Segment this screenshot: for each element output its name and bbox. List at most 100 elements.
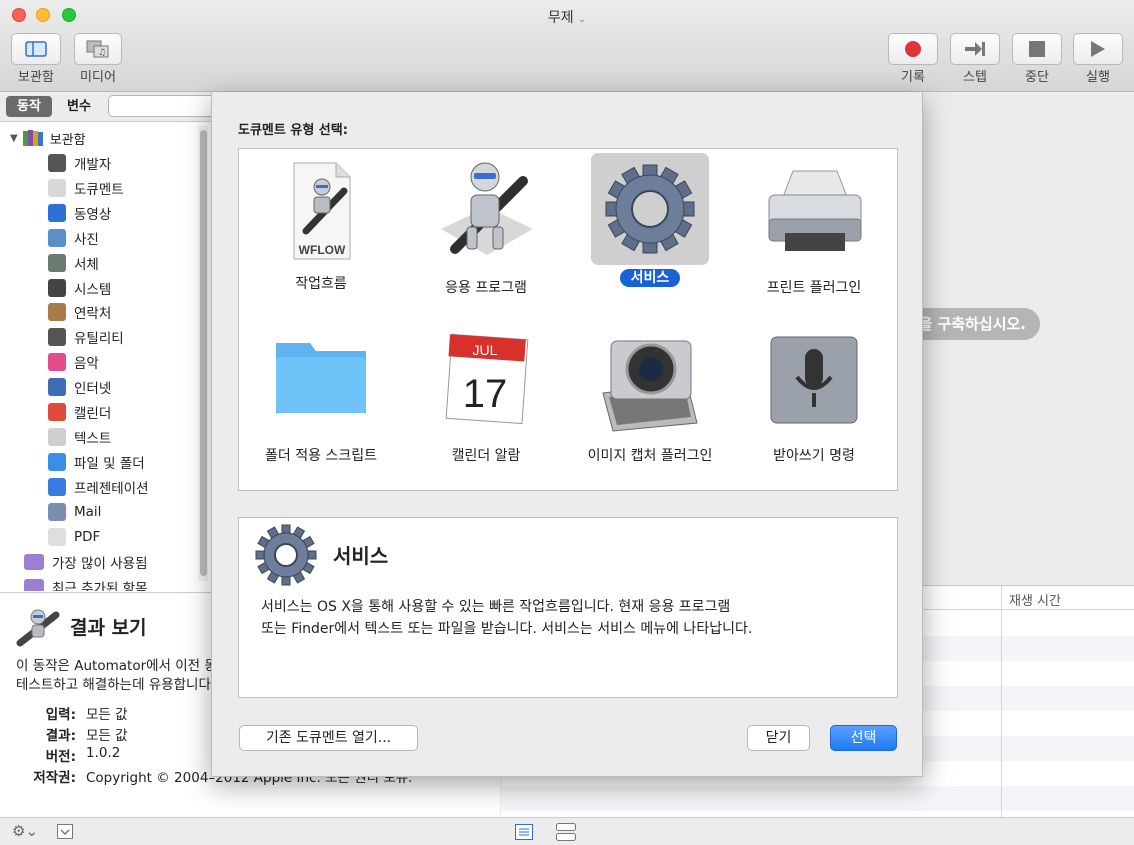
doc-type-label: 폴더 적용 스크립트 [241, 445, 401, 465]
movie-icon [48, 203, 66, 222]
doc-type-application[interactable]: 응용 프로그램 [406, 157, 566, 307]
doc-type-label: 프린트 플러그인 [734, 277, 894, 297]
doc-type-calendar-alarm[interactable]: JUL 17 캘린더 알람 [406, 327, 566, 477]
library-item[interactable]: 파일 및 폴더 [48, 451, 145, 473]
doc-type-label-text: 응용 프로그램 [445, 280, 527, 296]
play-icon [1091, 41, 1105, 57]
step-button[interactable] [950, 33, 1000, 65]
camera-icon [602, 340, 698, 432]
calendar-icon: JUL 17 [445, 333, 529, 425]
library-label: 보관함 [18, 70, 54, 85]
doc-type-service[interactable]: 서비스 [570, 153, 730, 303]
doc-type-print-plugin[interactable]: 프린트 플러그인 [734, 157, 894, 307]
tab-actions[interactable]: 동작 [6, 96, 52, 117]
tile-art [262, 327, 380, 439]
doc-type-label: 캘린더 알람 [406, 445, 566, 465]
library-item[interactable]: 연락처 [48, 301, 111, 323]
library-item[interactable]: 인터넷 [48, 376, 111, 398]
library-button[interactable] [11, 33, 61, 65]
stop-label: 중단 [1025, 70, 1049, 85]
gear-menu-icon[interactable]: ⚙︎⌄ [12, 822, 38, 840]
library-item[interactable]: PDF [48, 526, 100, 548]
disclosure-triangle-icon[interactable]: ▼ [10, 133, 18, 144]
media-button[interactable]: ♫ [74, 33, 122, 65]
doc-type-workflow[interactable]: WFLOW 작업흐름 [241, 157, 401, 307]
media-icon: ♫ [86, 40, 109, 58]
scrollbar-thumb[interactable] [200, 130, 207, 576]
smart-group-label: 가장 많이 사용됨 [52, 556, 148, 572]
info-title: 서비스 [333, 544, 389, 568]
gear-icon [255, 524, 317, 586]
library-item[interactable]: Mail [48, 501, 101, 523]
doc-type-image-capture-plugin[interactable]: 이미지 캡처 플러그인 [570, 327, 730, 477]
calendar-icon [48, 403, 66, 421]
doc-type-folder-action[interactable]: 폴더 적용 스크립트 [241, 327, 401, 477]
library-icon [25, 41, 47, 57]
library-item[interactable]: 동영상 [48, 202, 111, 224]
library-item-label: 캘린더 [74, 406, 112, 422]
doc-type-label-text: 이미지 캡처 플러그인 [587, 448, 713, 464]
library-item-label: 서체 [74, 256, 99, 273]
tile-art-selected [591, 153, 709, 265]
tile-art: JUL 17 [427, 327, 545, 439]
log-column-duration[interactable]: 재생 시간 [1009, 590, 1061, 609]
library-item-label: Mail [74, 503, 102, 520]
close-button[interactable]: 닫기 [747, 725, 810, 751]
result-key: 결과: [45, 728, 76, 744]
open-existing-document-button[interactable]: 기존 도큐멘트 열기... [239, 725, 418, 751]
library-scrollbar[interactable] [198, 126, 208, 581]
doc-type-label: 이미지 캡처 플러그인 [570, 445, 730, 465]
column-divider [1001, 586, 1002, 818]
library-item-label: 사진 [74, 231, 99, 248]
library-item-label: 도큐멘트 [74, 181, 124, 198]
library-item[interactable]: 개발자 [48, 152, 111, 174]
library-item[interactable]: 텍스트 [48, 426, 111, 448]
doc-type-label: 응용 프로그램 [406, 277, 566, 297]
library-item[interactable]: 음악 [48, 351, 99, 373]
tile-art [427, 157, 545, 269]
automator-robot-icon [441, 162, 533, 255]
action-title: 결과 보기 [70, 617, 147, 639]
smart-group-item[interactable]: 최근 추가된 항목 [24, 576, 148, 591]
finder-icon [48, 452, 66, 471]
list-view-icon[interactable] [515, 824, 533, 840]
library-item[interactable]: 도큐멘트 [48, 177, 124, 199]
folder-icon [276, 343, 366, 413]
automator-robot-icon [16, 609, 60, 647]
doc-type-label-selected: 서비스 [570, 267, 730, 287]
stop-button[interactable] [1012, 33, 1062, 65]
tile-art [591, 327, 709, 439]
input-row: 입력: 모든 값 [16, 703, 128, 723]
library-search-input[interactable] [108, 95, 218, 117]
show-description-icon[interactable] [57, 824, 73, 839]
tab-variables[interactable]: 변수 [56, 96, 102, 117]
library-root-label: 보관함 [49, 132, 86, 148]
library-item-label: 동영상 [74, 206, 112, 223]
result-row: 결과: 모든 값 [16, 724, 128, 744]
record-button[interactable] [888, 33, 938, 65]
smart-folder-icon [24, 554, 44, 570]
library-item[interactable]: 캘린더 [48, 401, 111, 423]
run-button[interactable] [1073, 33, 1123, 65]
version-row: 버전: 1.0.2 [16, 745, 121, 765]
library-item[interactable]: 시스템 [48, 277, 111, 299]
library-root-item[interactable]: ▼ 보관함 [10, 127, 86, 149]
library-item[interactable]: 사진 [48, 227, 99, 249]
variable-view-icon[interactable] [556, 823, 576, 841]
library-item-label: 유틸리티 [74, 331, 124, 348]
media-label: 미디어 [80, 70, 116, 85]
doc-type-dictation-command[interactable]: 받아쓰기 명령 [734, 327, 894, 477]
window-title[interactable]: 무제 ⌄ [0, 7, 1134, 27]
run-label: 실행 [1086, 70, 1110, 85]
choose-button[interactable]: 선택 [830, 725, 897, 751]
library-item[interactable]: 유틸리티 [48, 326, 124, 348]
document-icon [48, 178, 66, 197]
gear-icon [605, 164, 695, 254]
smart-group-item[interactable]: 가장 많이 사용됨 [24, 551, 148, 573]
library-item[interactable]: 프레젠테이션 [48, 476, 149, 498]
doc-type-label-text: 서비스 [619, 269, 681, 287]
presentation-icon [48, 477, 66, 496]
library-item[interactable]: 서체 [48, 252, 99, 274]
tile-art [755, 157, 873, 269]
library-item-label: 개발자 [74, 157, 112, 173]
